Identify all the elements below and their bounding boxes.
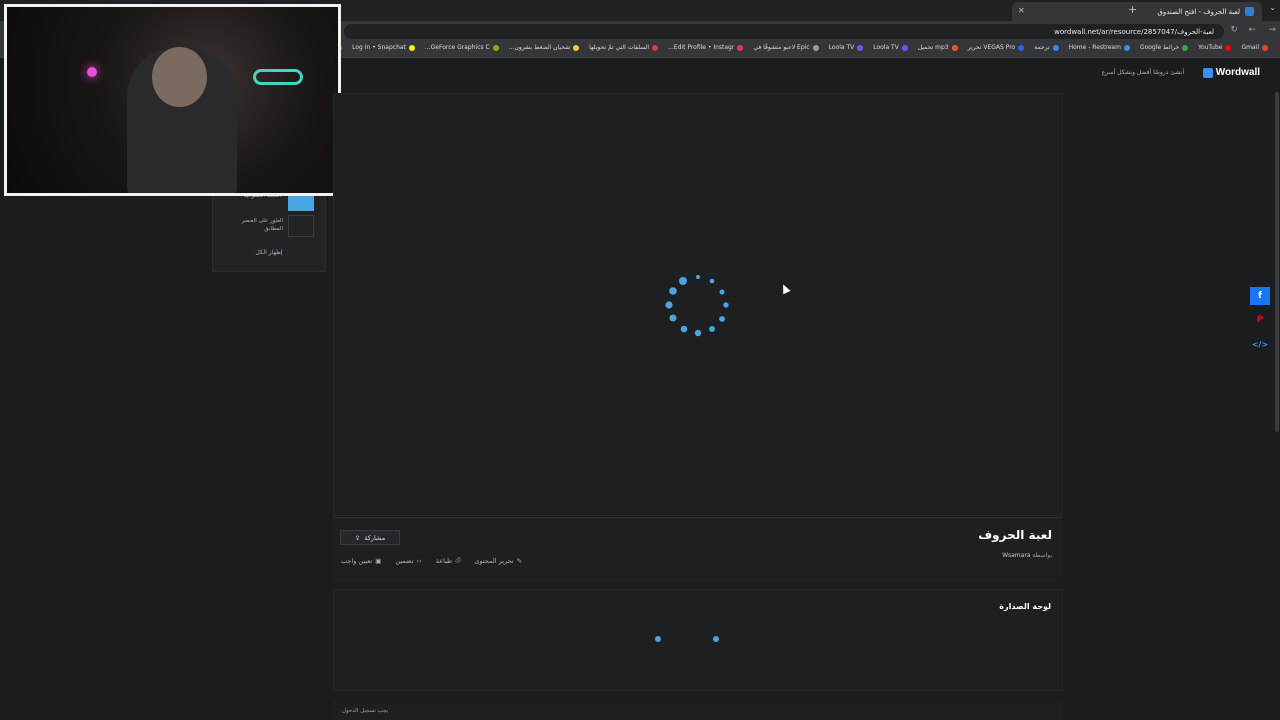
loading-dot-icon <box>655 636 661 642</box>
bookmark-favicon-icon <box>408 44 415 51</box>
back-icon[interactable]: → <box>1268 25 1276 35</box>
bookmark-favicon-icon <box>737 44 744 51</box>
bookmark-item[interactable]: ترجمة <box>1034 44 1059 51</box>
leaderboard-panel: لوحة الصدارة <box>333 589 1063 691</box>
address-bar[interactable]: wordwall.net/ar/resource/2857047/لعبة-ال… <box>344 24 1224 39</box>
show-all-link[interactable]: إظهار الكل <box>213 249 325 256</box>
reload-icon[interactable]: ↻ <box>1230 25 1238 35</box>
scrollbar-thumb[interactable] <box>1275 92 1279 432</box>
logo-text: Wordwall <box>1215 67 1260 78</box>
activity-info-panel: لعبة الحروف بواسطة Wsamara مشاركة ⇪ ✎ تحر… <box>333 517 1063 581</box>
bookmark-item[interactable]: السلفات التي تمّ تحويلها <box>589 44 659 51</box>
chevron-down-icon[interactable]: ⌄ <box>1269 3 1276 12</box>
url-text: wordwall.net/ar/resource/2857047/لعبة-ال… <box>1054 27 1214 36</box>
pinterest-icon[interactable]: P <box>1250 311 1270 329</box>
embed-action[interactable]: ‹› تضمين <box>395 556 421 565</box>
social-share-bar: f P </> <box>1250 287 1270 359</box>
bookmark-item[interactable]: Home - Restream <box>1069 44 1130 51</box>
author-line: بواسطة Wsamara <box>1002 552 1052 559</box>
bookmark-label: VEGAS Pro تحرير <box>967 44 1016 51</box>
bookmark-item[interactable]: Gmail <box>1241 44 1268 51</box>
share-button[interactable]: مشاركة ⇪ <box>340 530 400 545</box>
page-scrollbar[interactable] <box>1274 88 1280 720</box>
bookmark-favicon-icon <box>1182 44 1189 51</box>
activity-label[interactable]: العثور على العنصر المطابق <box>223 217 283 234</box>
bookmark-label: Loola TV <box>873 44 899 51</box>
wordwall-favicon-icon <box>1245 7 1254 16</box>
pencil-icon: ✎ <box>516 556 523 565</box>
assign-homework-action[interactable]: ▣ تعيين واجب <box>341 556 381 565</box>
close-tab-icon[interactable]: ✕ <box>1018 6 1025 15</box>
share-icon: ⇪ <box>354 533 361 542</box>
activity-thumbnail[interactable] <box>288 215 314 237</box>
related-activities-box: العجلة العشوائية العثور على العنصر المطا… <box>212 188 326 272</box>
bookmark-favicon-icon <box>1018 44 1025 51</box>
light-decor <box>87 67 97 77</box>
leaderboard-title: لوحة الصدارة <box>999 602 1051 611</box>
login-required-note[interactable]: يجب تسجيل الدخول <box>342 708 388 714</box>
bookmark-favicon-icon <box>1052 44 1059 51</box>
activity-title: لعبة الحروف <box>978 528 1052 542</box>
bookmark-label: mp3 تحميل <box>917 44 949 51</box>
assignment-icon: ▣ <box>375 556 382 565</box>
bookmark-favicon-icon <box>1262 44 1268 51</box>
bookmark-item[interactable]: شحيان الضغط بشرون... <box>508 44 580 51</box>
streamer-head <box>152 47 207 107</box>
code-icon: ‹› <box>416 556 422 565</box>
site-tagline: أنشئ دروسًا أفضل وبشكل أسرع <box>1101 69 1184 76</box>
bookmark-label: Edit Profile • Instagr... <box>668 44 735 51</box>
bookmark-item[interactable]: mp3 تحميل <box>918 44 958 51</box>
activity-actions: ✎ تحرير المحتوى ⎙ طباعة ‹› تضمين ▣ تعيين واج… <box>341 556 522 565</box>
neon-sign <box>253 69 303 85</box>
embed-icon[interactable]: </> <box>1250 335 1270 353</box>
webcam-overlay <box>4 4 341 196</box>
bookmark-favicon-icon <box>573 44 580 51</box>
bookmark-item[interactable]: GeForce Graphics C... <box>425 44 499 51</box>
webcam-video <box>7 7 338 193</box>
printer-icon: ⎙ <box>455 556 461 564</box>
forward-icon[interactable]: ← <box>1248 25 1256 35</box>
share-label: مشاركة <box>364 533 386 542</box>
login-panel: يجب تسجيل الدخول <box>333 700 1063 720</box>
loading-dot-icon <box>713 636 719 642</box>
bookmark-label: Gmail <box>1241 44 1259 51</box>
bookmark-label: Log In • Snapchat <box>352 44 406 51</box>
author-link[interactable]: Wsamara <box>1002 552 1030 559</box>
bookmark-label: Home - Restream <box>1068 44 1121 51</box>
edit-content-action[interactable]: ✎ تحرير المحتوى <box>474 556 522 565</box>
bookmark-label: ترجمة <box>1034 44 1050 51</box>
tab-title: لعبة الحروف - افتح الصندوق <box>1157 7 1240 16</box>
bookmark-item[interactable]: Epic لاعبو متشوقًا في <box>753 44 819 51</box>
bookmark-label: Epic لاعبو متشوقًا في <box>753 44 810 51</box>
bookmark-favicon-icon <box>951 44 958 51</box>
print-action[interactable]: ⎙ طباعة <box>436 556 461 565</box>
bookmark-label: GeForce Graphics C... <box>424 44 490 51</box>
bookmark-item[interactable]: Loola TV <box>873 44 908 51</box>
bookmark-favicon-icon <box>901 44 908 51</box>
bookmark-favicon-icon <box>492 44 499 51</box>
bookmark-item[interactable]: YouTube <box>1198 44 1232 51</box>
bookmark-item[interactable]: Edit Profile • Instagr... <box>668 44 744 51</box>
bookmark-item[interactable]: خرائط Google <box>1139 44 1189 51</box>
wordwall-logo-icon <box>1202 67 1213 78</box>
bookmark-label: السلفات التي تمّ تحويلها <box>589 44 650 51</box>
facebook-icon[interactable]: f <box>1250 287 1270 305</box>
bookmark-favicon-icon <box>857 44 864 51</box>
bookmark-item[interactable]: Loola TV <box>829 44 864 51</box>
bookmark-favicon-icon <box>812 44 819 51</box>
new-tab-icon[interactable]: + <box>1128 3 1137 16</box>
bookmark-item[interactable]: Log In • Snapchat <box>352 44 415 51</box>
bookmark-label: YouTube <box>1198 44 1223 51</box>
bookmark-favicon-icon <box>1225 44 1232 51</box>
bookmark-favicon-icon <box>1123 44 1130 51</box>
bookmark-label: خرائط Google <box>1139 44 1180 51</box>
bookmark-label: Loola TV <box>828 44 855 51</box>
author-prefix: بواسطة <box>1032 552 1052 559</box>
bookmark-label: شحيان الضغط بشرون... <box>508 44 571 51</box>
loading-spinner-icon <box>665 275 729 337</box>
wordwall-logo[interactable]: Wordwall <box>1202 67 1260 78</box>
bookmark-favicon-icon <box>652 44 659 51</box>
bookmark-item[interactable]: VEGAS Pro تحرير <box>968 44 1025 51</box>
